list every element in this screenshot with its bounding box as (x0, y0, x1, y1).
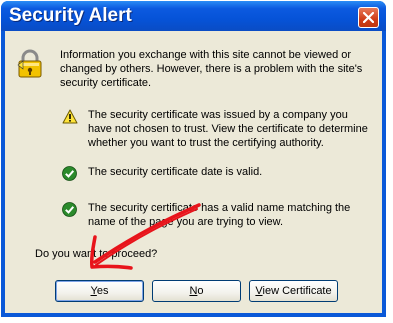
no-label: o (197, 285, 204, 297)
proceed-question: Do you want to proceed? (35, 248, 158, 260)
padlock-icon (17, 49, 42, 78)
yes-label: es (96, 285, 109, 297)
security-alert-dialog: Security Alert Information you exchange … (1, 1, 386, 317)
close-button[interactable] (358, 7, 379, 28)
view-certificate-label: iew Certificate (262, 285, 332, 297)
title-bar[interactable]: Security Alert (1, 1, 386, 31)
view-certificate-button[interactable]: View Certificate (249, 280, 338, 302)
certificate-name-valid: The security certificate has a valid nam… (88, 202, 351, 228)
intro-text: Information you exchange with this site … (60, 49, 363, 89)
view-accelerator: V (255, 285, 263, 297)
yes-button[interactable]: Yes (55, 280, 144, 302)
certificate-trust-warning: The security certificate was issued by a… (88, 109, 368, 149)
certificate-date-valid: The security certificate date is valid. (88, 166, 263, 178)
dialog-title: Security Alert (9, 5, 132, 26)
check-icon (62, 202, 77, 217)
warning-icon (62, 109, 78, 124)
dialog-body: Information you exchange with this site … (5, 31, 382, 313)
check-icon (62, 166, 77, 181)
no-button[interactable]: No (152, 280, 241, 302)
close-icon (363, 12, 374, 23)
